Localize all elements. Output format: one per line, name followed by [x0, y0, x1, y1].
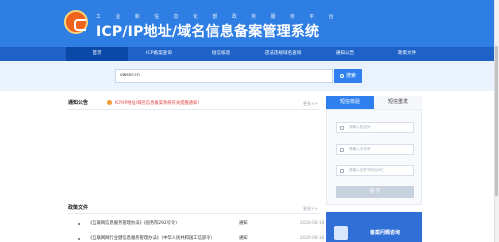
phone-placeholder: 请输入手机号 — [349, 147, 371, 151]
search-button[interactable]: 搜索 — [334, 69, 362, 83]
nav-item-home[interactable]: 首页 — [66, 47, 128, 61]
consult-icon — [334, 226, 348, 240]
notice-item[interactable]: ICP/IP地址/域名信息备案系统有关提醒通知！ — [115, 100, 202, 106]
nav-item-policy[interactable]: 政策文件 — [376, 47, 438, 61]
main-nav: 首页 ICP备案查询 短信核验 违法违规域名查询 通知公告 政策文件 — [0, 47, 499, 61]
policy-item-type: 通知 — [239, 221, 248, 226]
policy-section-title: 政策文件 — [68, 205, 89, 211]
policy-item-title[interactable]: 《互联网网行业健信息服务管理办法》（中华人民共和国工信部令） — [88, 235, 215, 241]
scrollbar-thumb[interactable] — [495, 46, 498, 196]
id-card-icon — [340, 169, 344, 173]
id-number-placeholder: 请输入证件号码后6位 — [349, 168, 384, 172]
notice-more-link[interactable]: 更多>> — [303, 101, 318, 107]
tab-sms-resend[interactable]: 短信重发 — [374, 96, 422, 109]
phone-icon — [340, 148, 344, 152]
policy-more-link[interactable]: 更多>> — [303, 206, 318, 212]
policy-item-title[interactable]: 《互联网信息服务管理办法》(国务院292号令) — [88, 220, 177, 226]
search-button-label: 搜索 — [345, 73, 356, 79]
list-bullet — [78, 238, 80, 240]
list-bullet — [78, 223, 80, 225]
nav-item-icp-query[interactable]: ICP备案查询 — [128, 47, 190, 61]
verify-code-field[interactable]: 请输入验证码 — [336, 122, 414, 133]
header-subtitle: 工 业 和 信 息 化 部 政 务 服 务 平 台 — [96, 14, 341, 20]
phone-field[interactable]: 请输入手机号 — [336, 144, 414, 155]
search-input[interactable]: owser.cn — [115, 69, 333, 83]
search-icon — [339, 73, 344, 78]
page-title: ICP/IP地址/域名信息备案管理系统 — [96, 24, 320, 40]
submit-button[interactable]: 提 交 — [336, 186, 414, 198]
notice-speaker-icon — [107, 100, 112, 105]
policy-item-type: 通知 — [239, 236, 248, 241]
notice-divider — [68, 109, 320, 110]
policy-divider — [68, 213, 320, 214]
code-icon — [340, 126, 344, 130]
nav-item-sms-verify[interactable]: 短信核验 — [190, 47, 252, 61]
miit-logo-icon — [64, 10, 88, 34]
id-number-field[interactable]: 请输入证件号码后6位 — [336, 165, 414, 176]
nav-item-illegal-domain-query[interactable]: 违法违规域名查询 — [252, 47, 314, 61]
notice-section-title: 通知公告 — [68, 100, 89, 106]
nav-item-notices[interactable]: 通知公告 — [314, 47, 376, 61]
consult-label: 备案问题咨询 — [370, 230, 401, 236]
verify-code-placeholder: 请输入验证码 — [349, 125, 371, 129]
tab-sms-verify[interactable]: 短信核验 — [326, 96, 374, 109]
